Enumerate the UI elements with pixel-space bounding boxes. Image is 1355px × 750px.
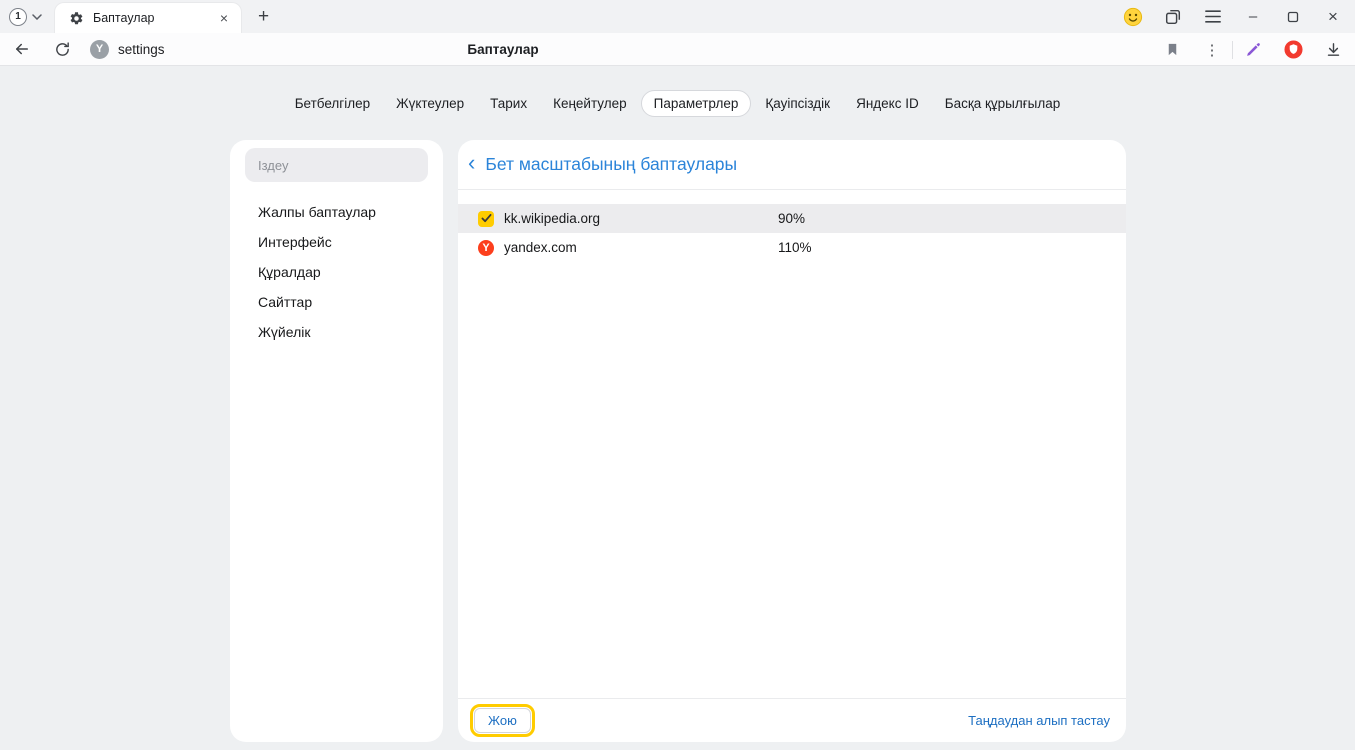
site-name: yandex.com — [504, 240, 778, 255]
yandex-favicon-icon: Y — [478, 240, 494, 256]
tab-yandex-id[interactable]: Яндекс ID — [844, 90, 931, 117]
tab-other-devices[interactable]: Басқа құрылғылар — [933, 90, 1073, 117]
tab-downloads[interactable]: Жүктеулер — [384, 90, 476, 117]
titlebar-actions: – × — [1113, 0, 1355, 33]
tab-group-count: 1 — [15, 11, 21, 22]
tab-title: Баптаулар — [93, 11, 215, 25]
side-panels-icon[interactable] — [1153, 0, 1193, 33]
tab-close-icon[interactable]: × — [215, 10, 233, 26]
deselect-all-link[interactable]: Таңдаудан алып тастау — [968, 713, 1110, 728]
site-favicon-icon: Y — [90, 40, 109, 59]
chevron-down-icon[interactable] — [32, 14, 42, 20]
bookmark-flag-icon[interactable] — [1152, 33, 1192, 66]
zoom-site-list: kk.wikipedia.org 90% Y yandex.com 110% — [458, 204, 1126, 262]
window-close-button[interactable]: × — [1313, 0, 1353, 33]
settings-sidebar: Жалпы баптаулар Интерфейс Құралдар Сайтт… — [230, 140, 443, 742]
new-tab-button[interactable]: + — [254, 7, 273, 26]
tab-security[interactable]: Қауіпсіздік — [753, 90, 842, 117]
back-icon[interactable] — [10, 37, 34, 61]
sidebar-item-system[interactable]: Жүйелік — [230, 317, 443, 347]
pen-edit-icon[interactable] — [1233, 33, 1273, 66]
rewards-smiley-icon[interactable] — [1113, 0, 1153, 33]
page-title[interactable]: Бет масштабының баптаулары — [485, 154, 737, 175]
window-maximize-button[interactable] — [1273, 0, 1313, 33]
sidebar-item-tools[interactable]: Құралдар — [230, 257, 443, 287]
sidebar-items: Жалпы баптаулар Интерфейс Құралдар Сайтт… — [230, 197, 443, 347]
zoom-settings-header: ‹ Бет масштабының баптаулары — [458, 140, 1126, 190]
zoom-settings-panel: ‹ Бет масштабының баптаулары kk.wikipedi… — [458, 140, 1126, 742]
tab-settings-active[interactable]: Параметрлер — [641, 90, 752, 117]
delete-button[interactable]: Жою — [474, 708, 531, 733]
tab-strip: 1 Баптаулар × + – — [0, 0, 1355, 33]
tab-group-badge[interactable]: 1 — [9, 8, 27, 26]
back-chevron-icon[interactable]: ‹ — [468, 152, 475, 174]
reload-icon[interactable] — [50, 37, 74, 61]
tab-history[interactable]: Тарих — [478, 90, 539, 117]
browser-window: 1 Баптаулар × + – — [0, 0, 1355, 750]
checkbox-checked-icon[interactable] — [478, 211, 494, 227]
tab-bookmarks[interactable]: Бетбелгілер — [283, 90, 382, 117]
download-icon[interactable] — [1313, 33, 1353, 66]
table-row[interactable]: kk.wikipedia.org 90% — [458, 204, 1126, 233]
protect-shield-icon[interactable] — [1273, 33, 1313, 66]
search-input[interactable] — [245, 148, 428, 182]
sidebar-item-interface[interactable]: Интерфейс — [230, 227, 443, 257]
omnibox-page-title: Баптаулар — [467, 42, 538, 57]
zoom-value: 90% — [778, 211, 805, 226]
table-row[interactable]: Y yandex.com 110% — [458, 233, 1126, 262]
zoom-value: 110% — [778, 240, 812, 255]
more-options-icon[interactable]: ⋮ — [1192, 33, 1232, 66]
tab-extensions[interactable]: Кеңейтулер — [541, 90, 639, 117]
settings-nav-tabs: Бетбелгілер Жүктеулер Тарих Кеңейтулер П… — [0, 90, 1355, 117]
gear-icon — [69, 11, 84, 26]
address-bar: Y settings Баптаулар ⋮ — [0, 33, 1355, 66]
tab-settings[interactable]: Баптаулар × — [55, 3, 241, 33]
sidebar-item-sites[interactable]: Сайттар — [230, 287, 443, 317]
url-text[interactable]: settings — [118, 42, 165, 57]
address-bar-actions: ⋮ — [1152, 33, 1355, 66]
zoom-settings-footer: Жою Таңдаудан алып тастау — [458, 698, 1126, 742]
settings-content: Бетбелгілер Жүктеулер Тарих Кеңейтулер П… — [0, 66, 1355, 750]
site-name: kk.wikipedia.org — [504, 211, 778, 226]
window-minimize-button[interactable]: – — [1233, 0, 1273, 33]
sidebar-item-general[interactable]: Жалпы баптаулар — [230, 197, 443, 227]
menu-hamburger-icon[interactable] — [1193, 0, 1233, 33]
